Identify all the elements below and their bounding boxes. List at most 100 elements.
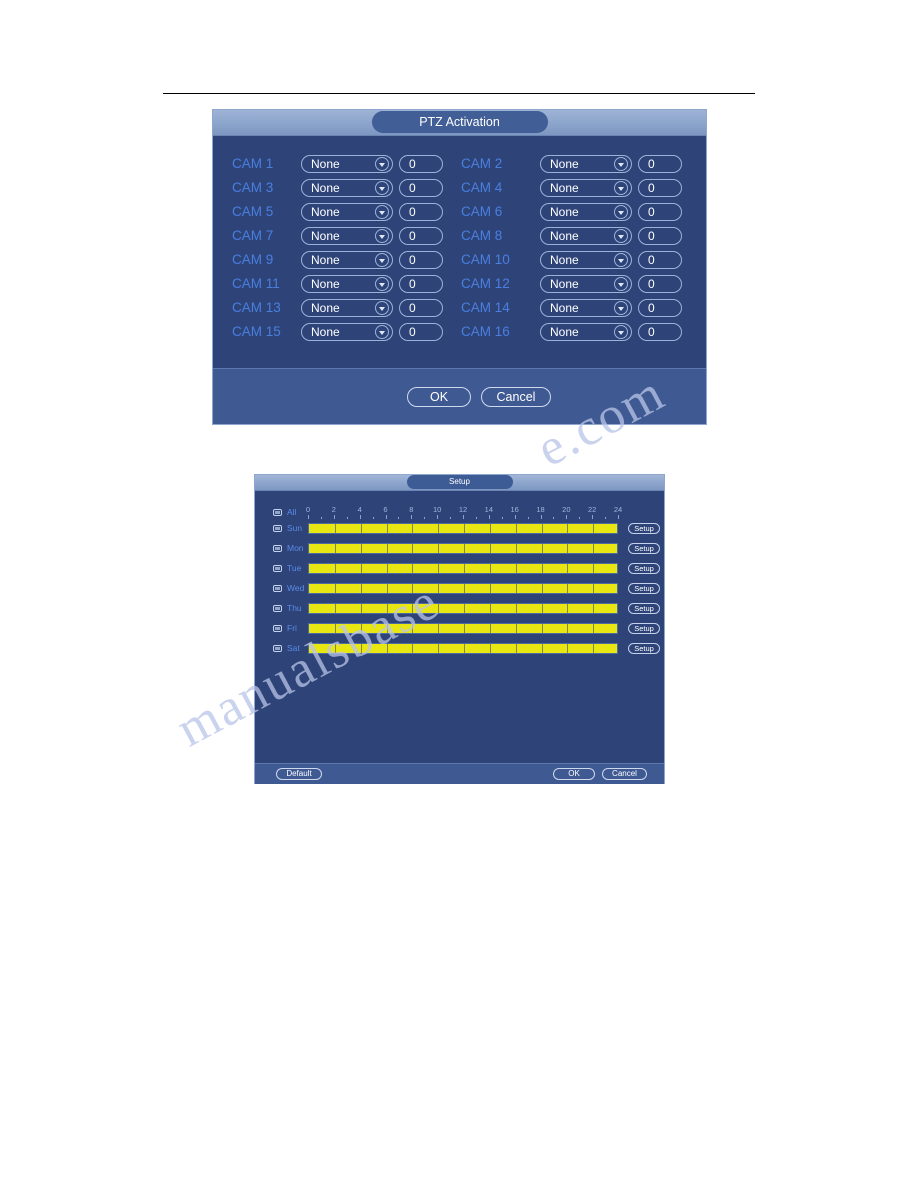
ptz-right-action-select[interactable]: None	[540, 275, 632, 293]
ptz-right-action-select[interactable]: None	[540, 179, 632, 197]
ptz-right-action-value: None	[550, 205, 579, 219]
day-checkbox[interactable]	[273, 565, 282, 572]
ptz-row: CAM 11 None 0 CAM 12 None 0	[213, 274, 706, 294]
ptz-left-value-input[interactable]: 0	[399, 227, 443, 245]
chevron-down-icon[interactable]	[614, 253, 628, 267]
ptz-right-action-select[interactable]: None	[540, 299, 632, 317]
chevron-down-icon[interactable]	[614, 277, 628, 291]
ptz-right-value-input[interactable]: 0	[638, 203, 682, 221]
ptz-left-action-select[interactable]: None	[301, 179, 393, 197]
day-checkbox[interactable]	[273, 585, 282, 592]
chevron-down-icon[interactable]	[375, 181, 389, 195]
ptz-left-channel-label: CAM 11	[232, 276, 280, 291]
ptz-row: CAM 13 None 0 CAM 14 None 0	[213, 298, 706, 318]
ptz-right-value-input[interactable]: 0	[638, 299, 682, 317]
ptz-right-value-input[interactable]: 0	[638, 275, 682, 293]
setup-ok-button[interactable]: OK	[553, 768, 595, 780]
schedule-bar-divider	[489, 524, 491, 533]
chevron-down-icon[interactable]	[375, 253, 389, 267]
ptz-left-action-select[interactable]: None	[301, 275, 393, 293]
ptz-right-value-input[interactable]: 0	[638, 323, 682, 341]
day-setup-button[interactable]: Setup	[628, 523, 660, 534]
schedule-bar-divider	[386, 544, 388, 553]
ptz-right-action-select[interactable]: None	[540, 227, 632, 245]
schedule-bar-track[interactable]	[308, 543, 618, 554]
ptz-left-action-select[interactable]: None	[301, 299, 393, 317]
ptz-right-value-input[interactable]: 0	[638, 251, 682, 269]
chevron-down-icon[interactable]	[614, 181, 628, 195]
day-setup-button[interactable]: Setup	[628, 623, 660, 634]
schedule-bar-divider	[489, 564, 491, 573]
ptz-right-value-input[interactable]: 0	[638, 155, 682, 173]
ptz-left-action-select[interactable]: None	[301, 323, 393, 341]
chevron-down-icon[interactable]	[375, 277, 389, 291]
schedule-bar-track[interactable]	[308, 603, 618, 614]
chevron-down-icon[interactable]	[614, 301, 628, 315]
schedule-bar-fill	[309, 544, 617, 553]
ptz-left-value-input[interactable]: 0	[399, 251, 443, 269]
ptz-left-value-input[interactable]: 0	[399, 155, 443, 173]
chevron-down-icon[interactable]	[614, 157, 628, 171]
ptz-left-action-select[interactable]: None	[301, 251, 393, 269]
ptz-left-action-select[interactable]: None	[301, 203, 393, 221]
ptz-right-action-select[interactable]: None	[540, 155, 632, 173]
schedule-bar-divider	[438, 624, 440, 633]
ptz-left-channel-label: CAM 1	[232, 156, 274, 171]
chevron-down-icon[interactable]	[375, 325, 389, 339]
schedule-bar-track[interactable]	[308, 583, 618, 594]
day-checkbox[interactable]	[273, 645, 282, 652]
all-days-checkbox[interactable]	[273, 509, 282, 516]
chevron-down-icon[interactable]	[614, 205, 628, 219]
ptz-left-action-value: None	[311, 325, 340, 339]
schedule-bar-divider	[464, 624, 465, 633]
schedule-bar-divider	[567, 584, 569, 593]
day-label: Sat	[287, 643, 300, 653]
day-setup-button[interactable]: Setup	[628, 603, 660, 614]
chevron-down-icon[interactable]	[375, 229, 389, 243]
schedule-bar-track[interactable]	[308, 523, 618, 534]
ptz-left-channel-label: CAM 13	[232, 300, 281, 315]
ptz-right-action-select[interactable]: None	[540, 203, 632, 221]
ptz-right-value-input[interactable]: 0	[638, 179, 682, 197]
schedule-bar-divider	[334, 604, 336, 613]
ptz-left-value-input[interactable]: 0	[399, 203, 443, 221]
chevron-down-icon[interactable]	[375, 205, 389, 219]
ptz-left-action-select[interactable]: None	[301, 227, 393, 245]
chevron-down-icon[interactable]	[614, 229, 628, 243]
day-setup-button[interactable]: Setup	[628, 563, 660, 574]
day-checkbox[interactable]	[273, 625, 282, 632]
ptz-right-action-select[interactable]: None	[540, 323, 632, 341]
schedule-bar-track[interactable]	[308, 563, 618, 574]
chevron-down-icon[interactable]	[375, 157, 389, 171]
ptz-dialog-body: CAM 1 None 0 CAM 2 None 0 CAM 3 None 0 CAM 4 None 0…	[213, 136, 706, 368]
ptz-left-value-input[interactable]: 0	[399, 179, 443, 197]
day-checkbox[interactable]	[273, 545, 282, 552]
ptz-ok-button[interactable]: OK	[407, 387, 471, 407]
schedule-bar-divider	[438, 604, 440, 613]
schedule-bar-divider	[541, 524, 543, 533]
ptz-right-action-value: None	[550, 229, 579, 243]
day-setup-button[interactable]: Setup	[628, 543, 660, 554]
setup-default-button[interactable]: Default	[276, 768, 322, 780]
ptz-left-value-input[interactable]: 0	[399, 323, 443, 341]
chevron-down-icon[interactable]	[614, 325, 628, 339]
setup-cancel-button[interactable]: Cancel	[602, 768, 647, 780]
ptz-cancel-button[interactable]: Cancel	[481, 387, 551, 407]
schedule-bar-track[interactable]	[308, 643, 618, 654]
ptz-right-action-select[interactable]: None	[540, 251, 632, 269]
schedule-bar-divider	[438, 524, 440, 533]
ptz-left-value-input[interactable]: 0	[399, 299, 443, 317]
schedule-bar-divider	[360, 584, 362, 593]
day-checkbox[interactable]	[273, 525, 282, 532]
ptz-right-value-input[interactable]: 0	[638, 227, 682, 245]
schedule-bar-divider	[515, 544, 517, 553]
ptz-left-action-select[interactable]: None	[301, 155, 393, 173]
day-checkbox[interactable]	[273, 605, 282, 612]
schedule-bar-divider	[412, 544, 414, 553]
chevron-down-icon[interactable]	[375, 301, 389, 315]
ptz-left-value-input[interactable]: 0	[399, 275, 443, 293]
ptz-left-value: 0	[409, 325, 416, 339]
schedule-bar-track[interactable]	[308, 623, 618, 634]
day-setup-button[interactable]: Setup	[628, 643, 660, 654]
day-setup-button[interactable]: Setup	[628, 583, 660, 594]
